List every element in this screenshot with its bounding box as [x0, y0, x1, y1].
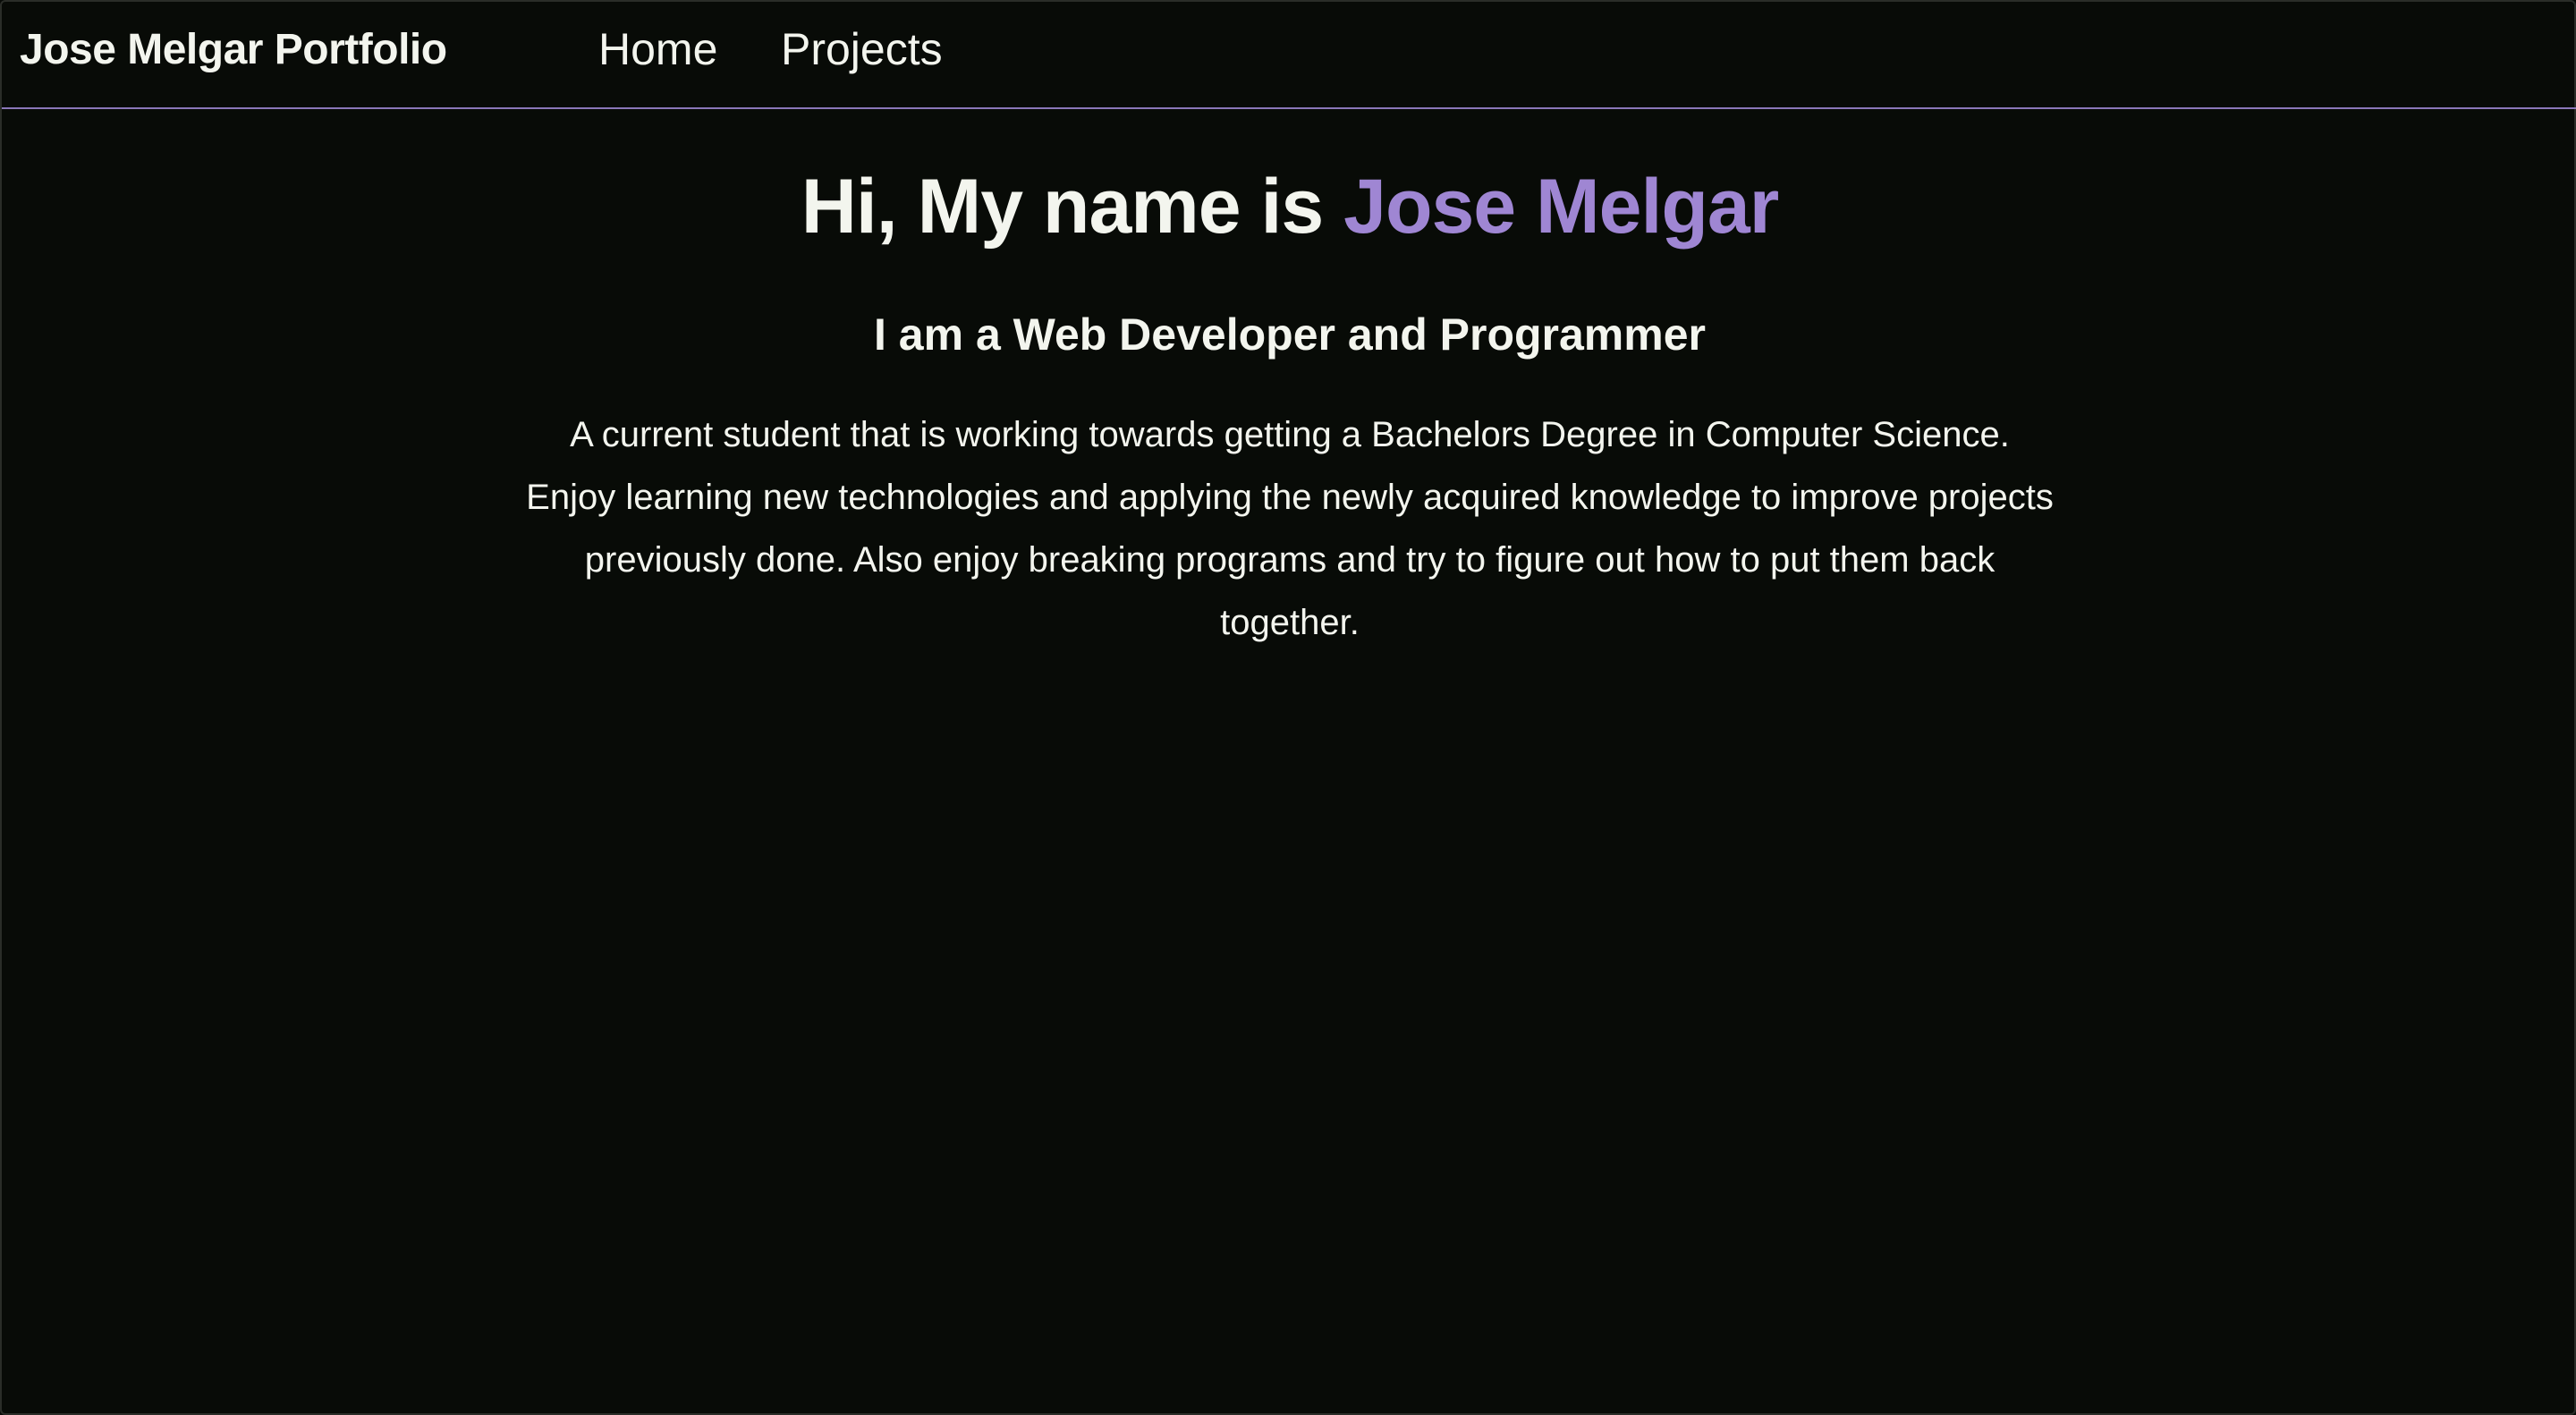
nav-link-home[interactable]: Home: [598, 23, 717, 75]
hero-bio: A current student that is working toward…: [526, 415, 2054, 642]
navbar: Jose Melgar Portfolio Home Projects: [2, 2, 2576, 109]
hero-title-name: Jose Melgar: [1343, 164, 1779, 250]
hero-subtitle: I am a Web Developer and Programmer: [874, 309, 1706, 360]
page-frame: Jose Melgar Portfolio Home Projects Hi, …: [0, 0, 2576, 1415]
nav-link-projects[interactable]: Projects: [781, 23, 943, 75]
brand-link[interactable]: Jose Melgar Portfolio: [20, 25, 447, 74]
hero-title: Hi, My name is Jose Melgar: [2, 163, 2576, 251]
hero-title-prefix: Hi, My name is: [801, 164, 1344, 250]
